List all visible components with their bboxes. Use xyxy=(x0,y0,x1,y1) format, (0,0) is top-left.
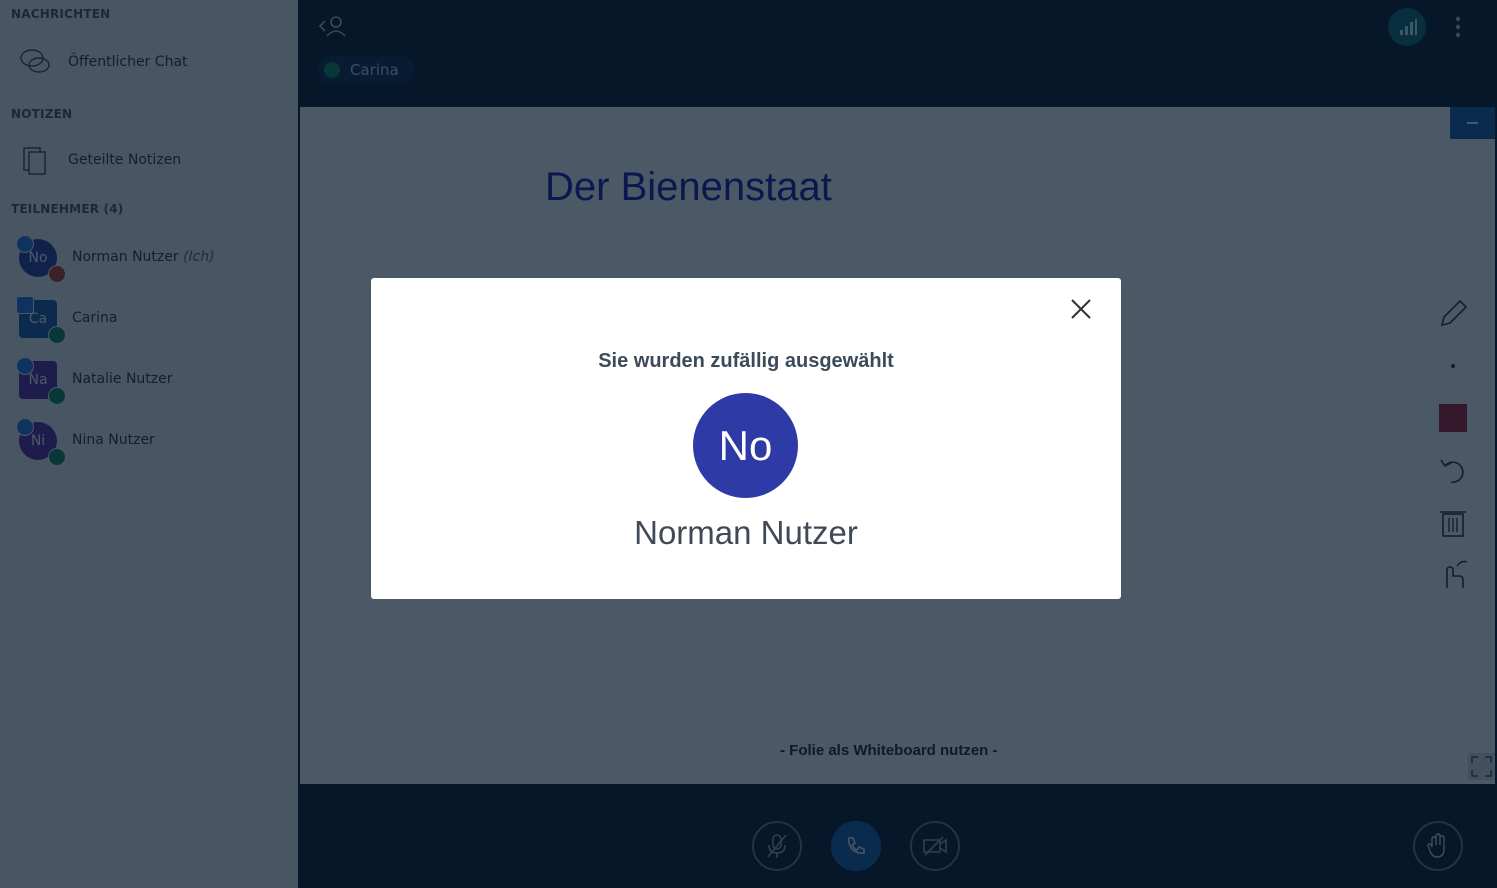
notes-section-title: NOTIZEN xyxy=(11,107,73,121)
sidebar: NACHRICHTEN Öffentlicher Chat NOTIZEN Ge… xyxy=(0,0,298,888)
notes-icon xyxy=(23,147,46,175)
connection-status-button[interactable] xyxy=(1388,8,1426,46)
selected-user-avatar: No xyxy=(693,393,798,498)
whiteboard-toolbar xyxy=(1426,288,1480,602)
mic-icon xyxy=(324,62,340,78)
share-camera-button[interactable] xyxy=(910,821,960,871)
random-user-modal: Sie wurden zufällig ausgewählt No Norman… xyxy=(371,278,1121,599)
talking-user-name: Carina xyxy=(350,61,399,79)
messages-section-title: NACHRICHTEN xyxy=(11,7,111,21)
hand-icon xyxy=(1427,833,1445,858)
mic-icon xyxy=(48,326,66,344)
participants-section-title: TEILNEHMER (4) xyxy=(11,202,124,216)
signal-bars-icon xyxy=(1400,19,1417,35)
shared-notes-label: Geteilte Notizen xyxy=(68,152,182,168)
headset-icon xyxy=(48,387,66,405)
fullscreen-icon xyxy=(1471,756,1492,777)
pencil-tool-button[interactable] xyxy=(1426,288,1480,340)
user-list-item[interactable]: Ni Nina Nutzer xyxy=(0,418,298,482)
color-tool-button[interactable] xyxy=(1426,392,1480,444)
color-swatch xyxy=(1439,404,1467,432)
user-name: Nina Nutzer xyxy=(72,432,155,448)
whiteboard-toggle-label[interactable]: - Folie als Whiteboard nutzen - xyxy=(780,742,998,759)
minimize-presentation-button[interactable] xyxy=(1450,107,1495,139)
muted-mic-icon xyxy=(48,265,66,283)
mic-muted-icon xyxy=(767,834,787,858)
phone-icon xyxy=(848,837,865,854)
sidebar-item-shared-notes[interactable]: Geteilte Notizen xyxy=(0,138,298,182)
user-name: Natalie Nutzer xyxy=(72,371,173,387)
close-icon[interactable] xyxy=(1067,295,1095,323)
mute-button[interactable] xyxy=(752,821,802,871)
toggle-userlist-icon[interactable] xyxy=(318,14,348,38)
more-options-icon[interactable] xyxy=(1450,14,1466,40)
leave-audio-button[interactable] xyxy=(831,821,881,871)
mic-icon xyxy=(48,448,66,466)
screen-icon xyxy=(16,296,34,314)
camera-off-icon xyxy=(923,836,947,856)
thickness-tool-button[interactable] xyxy=(1426,340,1480,392)
clear-button[interactable] xyxy=(1426,496,1480,548)
selected-user-name: Norman Nutzer xyxy=(634,514,858,551)
minus-icon xyxy=(1467,122,1478,124)
modal-title: Sie wurden zufällig ausgewählt xyxy=(598,350,894,372)
user-name: Carina xyxy=(72,310,118,326)
trash-icon xyxy=(1440,511,1466,537)
presenter-pen-icon xyxy=(16,418,34,436)
hand-pointer-icon xyxy=(1446,560,1468,588)
talking-indicator[interactable]: Carina xyxy=(318,56,414,84)
sidebar-item-public-chat[interactable]: Öffentlicher Chat xyxy=(0,40,298,84)
presenter-pen-icon xyxy=(16,235,34,253)
top-bar xyxy=(298,0,1497,107)
undo-button[interactable] xyxy=(1426,444,1480,496)
dot-icon xyxy=(1451,364,1455,368)
presenter-pen-icon xyxy=(16,357,34,375)
user-list-item[interactable]: Na Natalie Nutzer xyxy=(0,357,298,421)
user-name: Norman Nutzer (Ich) xyxy=(72,249,215,265)
slide-title: Der Bienenstaat xyxy=(545,165,832,209)
action-bar xyxy=(298,784,1497,888)
raise-hand-button[interactable] xyxy=(1413,821,1463,871)
pencil-icon xyxy=(1440,299,1468,327)
user-list-item[interactable]: No Norman Nutzer (Ich) xyxy=(0,235,298,299)
undo-icon xyxy=(1440,459,1464,483)
fullscreen-button[interactable] xyxy=(1468,753,1495,780)
multi-user-button[interactable] xyxy=(1426,548,1480,600)
chat-icon xyxy=(20,49,50,73)
public-chat-label: Öffentlicher Chat xyxy=(68,54,188,70)
user-list-item[interactable]: Ca Carina xyxy=(0,296,298,360)
